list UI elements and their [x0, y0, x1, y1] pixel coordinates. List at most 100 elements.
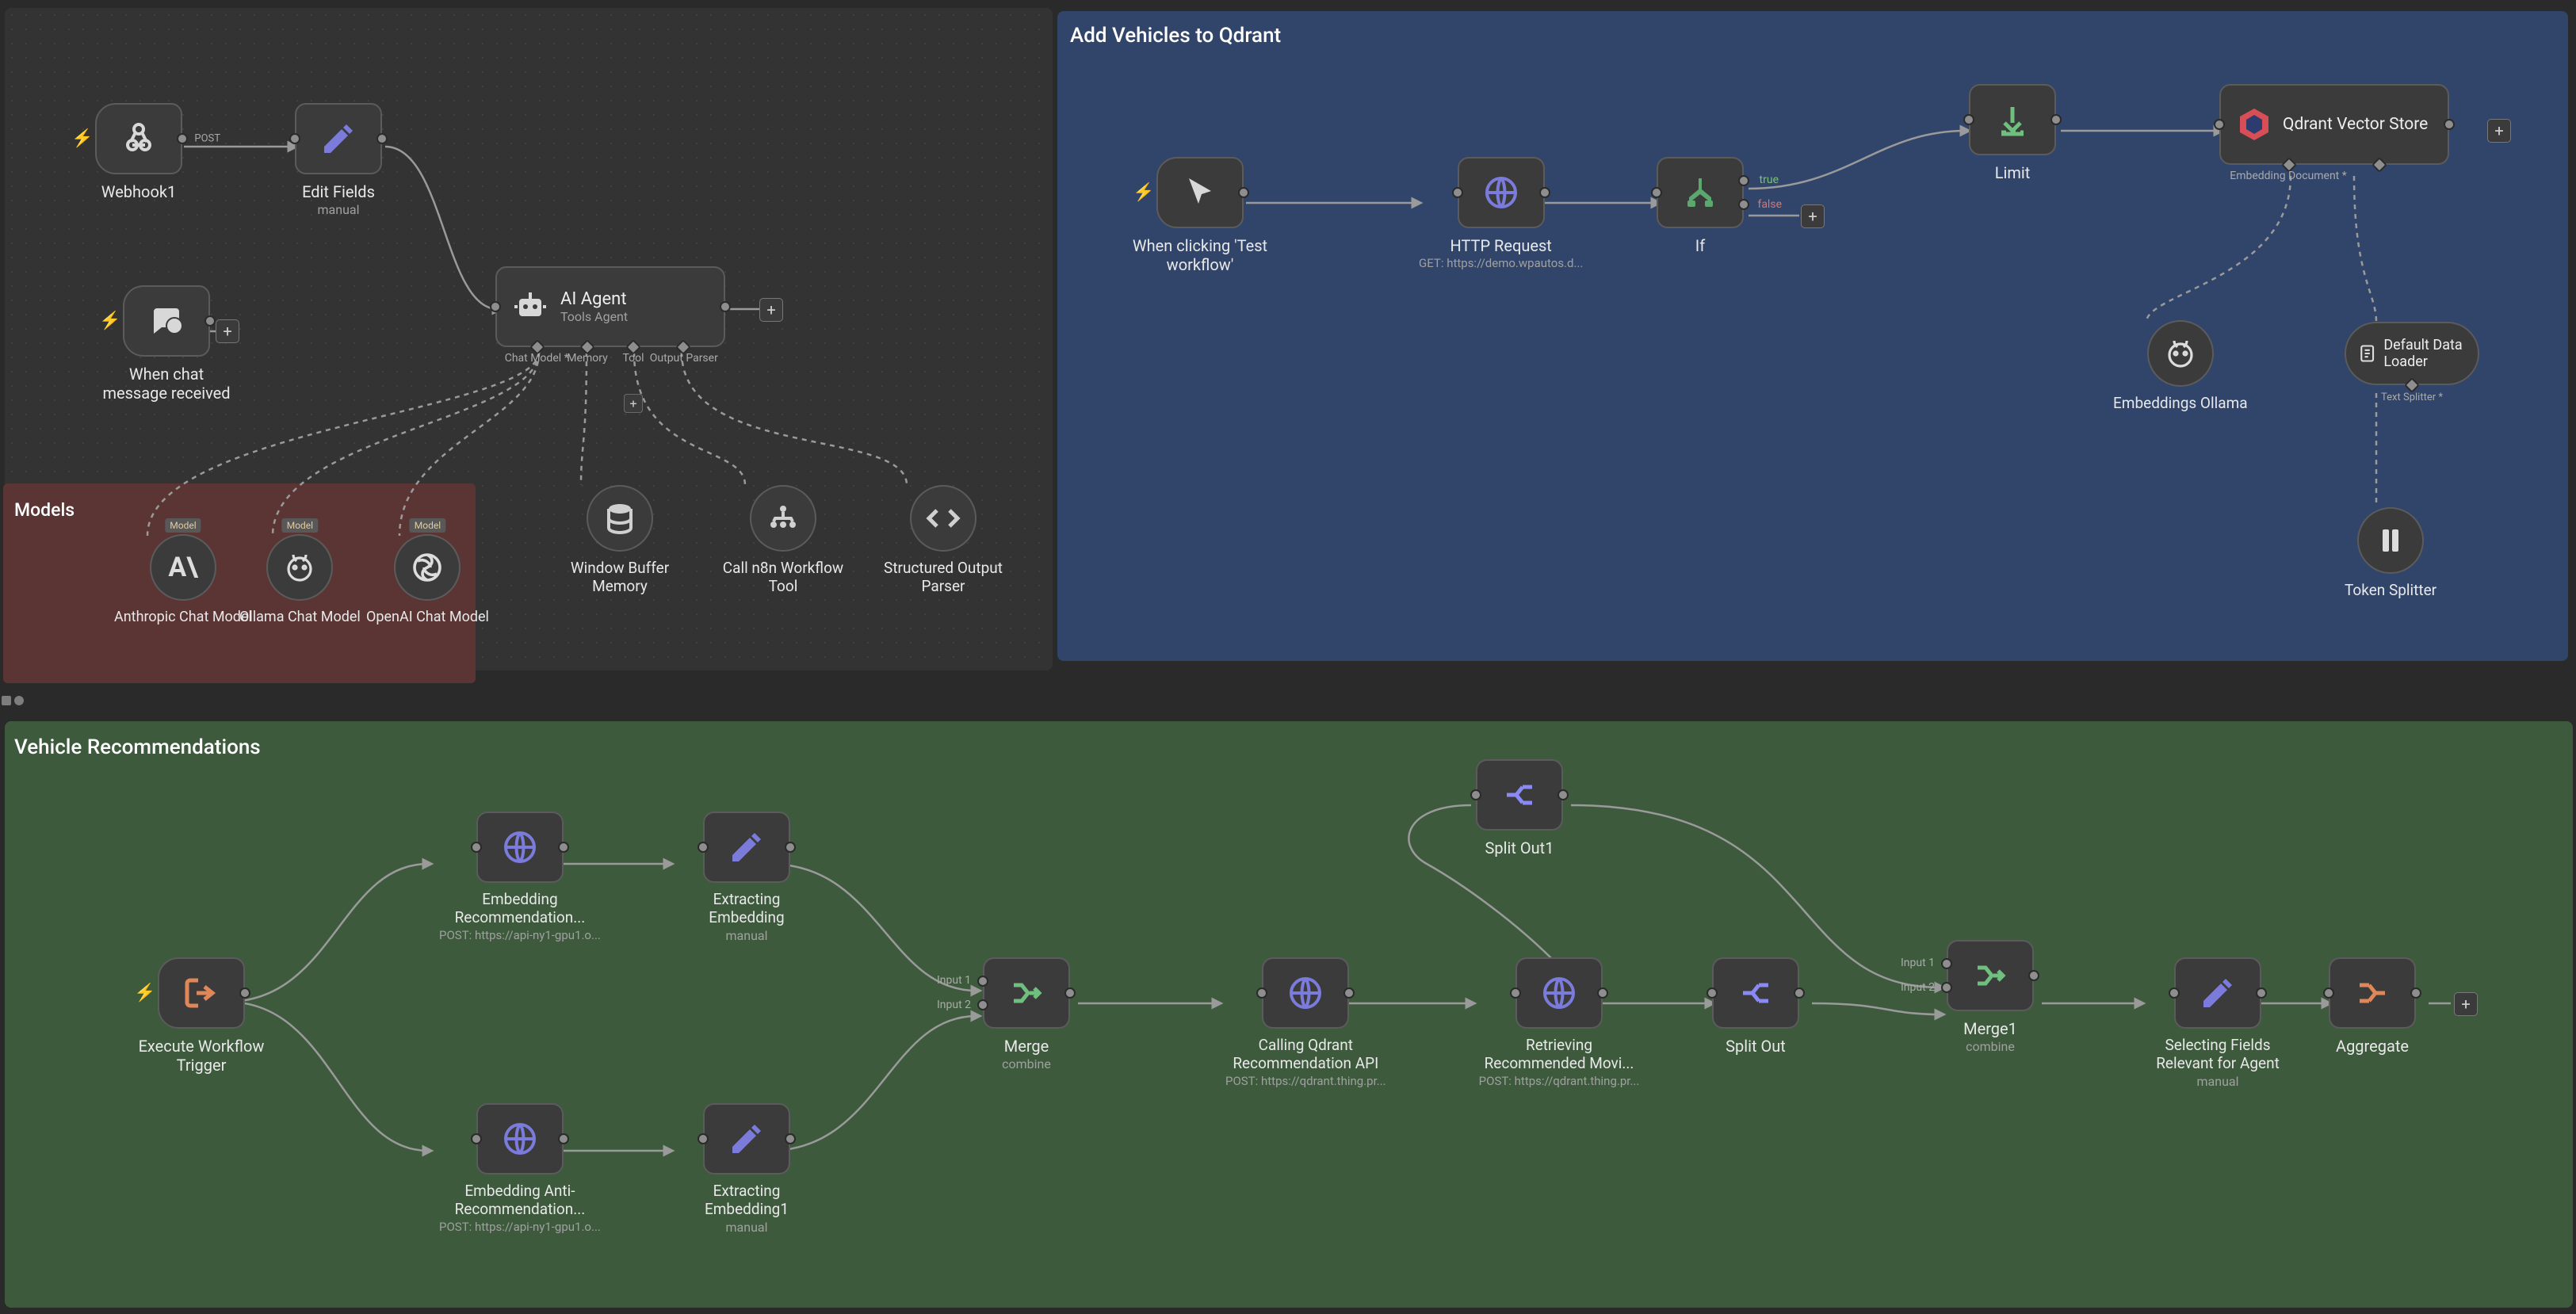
- plus-connector[interactable]: +: [759, 298, 783, 322]
- node-data-loader[interactable]: Default Data Loader Text Splitter *: [2345, 322, 2479, 397]
- plus-connector[interactable]: +: [1801, 204, 1825, 228]
- node-extract-emb1[interactable]: Extracting Embedding1 manual: [675, 1103, 818, 1235]
- node-label: Embedding Anti-Recommendation...: [449, 1182, 591, 1219]
- globe-icon: [1286, 974, 1324, 1012]
- node-calling-qdrant[interactable]: Calling Qdrant Recommendation API POST: …: [1225, 957, 1386, 1088]
- node-selecting-fields[interactable]: Selecting Fields Relevant for Agent manu…: [2146, 957, 2289, 1089]
- node-exec-trigger[interactable]: ⚡ Execute Workflow Trigger: [130, 957, 273, 1075]
- pencil-icon: [728, 1120, 766, 1158]
- section-models-title: Models: [14, 499, 75, 521]
- node-label: Structured Output Parser: [872, 560, 1015, 596]
- node-label: Merge1: [1963, 1019, 2017, 1038]
- cursor-icon: [1181, 174, 1219, 212]
- port-output-parser: Output Parser: [650, 352, 718, 365]
- if-true-label: true: [1760, 174, 1779, 186]
- port-label-post: POST: [194, 133, 220, 145]
- node-label: Call n8n Workflow Tool: [712, 560, 854, 596]
- pencil-icon: [319, 120, 357, 158]
- node-http-request[interactable]: HTTP Request GET: https://demo.wpautos.d…: [1419, 157, 1583, 270]
- node-label: Extracting Embedding1: [675, 1182, 818, 1219]
- node-label: Limit: [1995, 163, 2031, 182]
- node-label: Retrieving Recommended Movi...: [1476, 1037, 1642, 1073]
- ollama-icon: [281, 548, 319, 586]
- network-icon: [764, 499, 802, 537]
- node-qdrant-vs[interactable]: Qdrant Vector Store Embedding Document *: [2219, 84, 2449, 181]
- node-edit-fields[interactable]: Edit Fields manual: [295, 103, 382, 217]
- node-emb-anti[interactable]: Embedding Anti-Recommendation... POST: h…: [439, 1103, 601, 1234]
- node-label: Embedding Recommendation...: [449, 891, 591, 927]
- node-label: Aggregate: [2336, 1037, 2409, 1056]
- node-label: HTTP Request: [1450, 236, 1551, 255]
- node-sub: POST: https://qdrant.thing.pr...: [1479, 1075, 1640, 1088]
- node-if[interactable]: true false If: [1657, 157, 1744, 255]
- node-sub: GET: https://demo.wpautos.d...: [1419, 257, 1583, 270]
- plus-connector[interactable]: +: [624, 394, 643, 413]
- node-embeddings-ollama[interactable]: Embeddings Ollama: [2113, 320, 2248, 413]
- node-webhook1[interactable]: ⚡ POST Webhook1: [95, 103, 182, 201]
- aggregate-icon: [2353, 974, 2391, 1012]
- pencil-icon: [2199, 974, 2237, 1012]
- node-sub: POST: https://api-ny1-gpu1.o...: [439, 1220, 601, 1234]
- node-sub: Tools Agent: [560, 309, 628, 324]
- node-structured-parser[interactable]: Structured Output Parser: [872, 485, 1015, 596]
- control-1[interactable]: [2, 696, 11, 705]
- node-openai-chat[interactable]: Model OpenAI Chat Model: [366, 534, 489, 626]
- merge-icon: [1007, 974, 1045, 1012]
- node-aggregate[interactable]: Aggregate: [2329, 957, 2416, 1056]
- node-sub: manual: [2197, 1075, 2239, 1089]
- node-label: When clicking 'Test workflow': [1129, 236, 1271, 274]
- node-limit[interactable]: Limit: [1969, 84, 2056, 182]
- node-window-buffer[interactable]: Window Buffer Memory: [548, 485, 691, 596]
- workflow-canvas[interactable]: Add Vehicles to Qdrant Vehicle Recommend…: [0, 0, 2576, 1314]
- node-ai-agent[interactable]: AI Agent Tools Agent Chat Model * Memory…: [495, 266, 725, 365]
- merge-in2: Input 2: [937, 999, 971, 1011]
- node-split-out[interactable]: Split Out: [1712, 957, 1799, 1056]
- globe-icon: [501, 1120, 539, 1158]
- chat-icon: [147, 302, 185, 340]
- document-icon: [2357, 340, 2377, 367]
- plus-connector[interactable]: +: [2487, 119, 2511, 143]
- bolt-icon: ⚡: [134, 984, 155, 1003]
- control-2[interactable]: [14, 696, 24, 705]
- node-merge[interactable]: Input 1 Input 2 Merge combine: [983, 957, 1070, 1071]
- node-label: Execute Workflow Trigger: [130, 1037, 273, 1075]
- branch-icon: [1681, 174, 1719, 212]
- node-test-workflow[interactable]: ⚡ When clicking 'Test workflow': [1129, 157, 1271, 274]
- merge-icon: [1971, 957, 2009, 995]
- node-token-splitter[interactable]: Token Splitter: [2345, 507, 2436, 600]
- node-label: Embeddings Ollama: [2113, 395, 2248, 413]
- node-label: Default Data Loader: [2383, 337, 2478, 370]
- node-label: Window Buffer Memory: [548, 560, 691, 596]
- node-sub: manual: [318, 203, 360, 217]
- node-label: Extracting Embedding: [675, 891, 818, 927]
- node-emb-rec[interactable]: Embedding Recommendation... POST: https:…: [439, 812, 601, 942]
- pencil-icon: [728, 828, 766, 866]
- node-call-n8n[interactable]: Call n8n Workflow Tool: [712, 485, 854, 596]
- node-label: Token Splitter: [2345, 582, 2436, 600]
- model-badge: Model: [282, 518, 318, 533]
- node-retrieve[interactable]: Retrieving Recommended Movi... POST: htt…: [1476, 957, 1642, 1088]
- bolt-icon: ⚡: [1133, 183, 1154, 203]
- node-anthropic[interactable]: Model A\ Anthropic Chat Model: [114, 534, 252, 626]
- node-split-out1[interactable]: Split Out1: [1476, 759, 1563, 858]
- node-sub: combine: [1002, 1057, 1051, 1071]
- node-merge1[interactable]: Input 1 Input 2 Merge1 combine: [1947, 940, 2034, 1054]
- node-sub: POST: https://qdrant.thing.pr...: [1225, 1075, 1386, 1088]
- section-qdrant-title: Add Vehicles to Qdrant: [1070, 24, 1281, 48]
- globe-icon: [1540, 974, 1578, 1012]
- plus-connector[interactable]: +: [2454, 992, 2478, 1016]
- node-label: When chat message received: [95, 365, 238, 403]
- plus-connector[interactable]: +: [216, 319, 239, 343]
- model-badge: Model: [410, 518, 445, 533]
- port-text-splitter: Text Splitter *: [2381, 392, 2443, 403]
- pause-icon: [2372, 521, 2410, 560]
- node-chat-trigger[interactable]: ⚡ When chat message received: [95, 285, 238, 403]
- node-ollama-chat[interactable]: Model Ollama Chat Model: [239, 534, 361, 626]
- canvas-controls[interactable]: [2, 696, 24, 1309]
- node-extract-emb[interactable]: Extracting Embedding manual: [675, 812, 818, 943]
- split-icon: [1500, 776, 1538, 814]
- node-label: If: [1695, 236, 1705, 255]
- port-memory: Memory: [567, 352, 607, 365]
- bolt-icon: ⚡: [71, 129, 93, 149]
- node-label: Qdrant Vector Store: [2283, 115, 2428, 134]
